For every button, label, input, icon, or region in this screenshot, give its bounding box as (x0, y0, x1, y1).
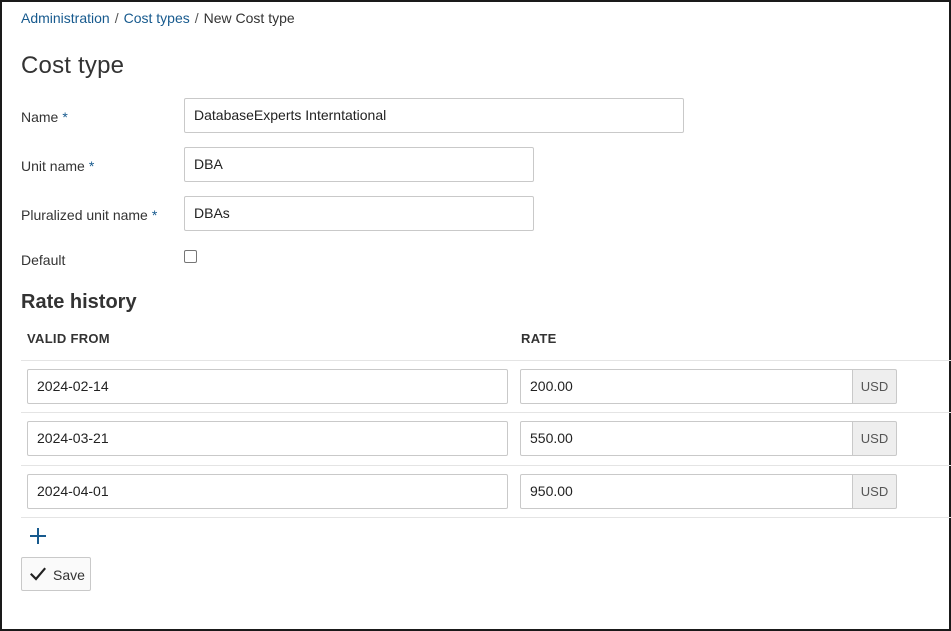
required-mark: * (88, 158, 95, 174)
rate-input[interactable]: 550.00 (520, 421, 853, 456)
rate-input-group: 550.00 USD (520, 421, 897, 456)
page-title: Cost type (21, 52, 125, 79)
default-label: Default (21, 252, 66, 268)
required-mark: * (62, 109, 68, 125)
currency-addon: USD (852, 421, 897, 456)
rate-history-title: Rate history (21, 291, 137, 313)
unit-name-label: Unit name * (21, 157, 94, 175)
plus-icon[interactable] (29, 527, 47, 545)
table-divider (21, 360, 951, 361)
rate-input[interactable]: 950.00 (520, 474, 853, 509)
breadcrumb-separator: / (194, 10, 199, 26)
name-input[interactable]: DatabaseExperts Interntational (184, 98, 684, 133)
pluralized-unit-name-label: Pluralized unit name * (21, 206, 157, 224)
checkmark-icon (30, 567, 46, 581)
valid-from-input[interactable]: 2024-02-14 (27, 369, 508, 404)
rate-input-group: 950.00 USD (520, 474, 897, 509)
default-checkbox[interactable] (184, 250, 197, 263)
save-button[interactable]: Save (21, 557, 91, 591)
unit-name-label-text: Unit name (21, 158, 85, 174)
breadcrumb-current: New Cost type (203, 10, 295, 26)
table-divider (21, 517, 951, 518)
breadcrumb-link-administration[interactable]: Administration (21, 10, 110, 26)
pluralized-unit-name-label-text: Pluralized unit name (21, 207, 148, 223)
rate-input[interactable]: 200.00 (520, 369, 853, 404)
currency-addon: USD (852, 369, 897, 404)
breadcrumb-link-cost-types[interactable]: Cost types (124, 10, 190, 26)
currency-addon: USD (852, 474, 897, 509)
required-mark: * (151, 207, 158, 223)
rate-input-group: 200.00 USD (520, 369, 897, 404)
pluralized-unit-name-input[interactable]: DBAs (184, 196, 534, 231)
valid-from-input[interactable]: 2024-03-21 (27, 421, 508, 456)
table-divider (21, 465, 951, 466)
breadcrumb: Administration / Cost types / New Cost type (21, 9, 295, 27)
valid-from-input[interactable]: 2024-04-01 (27, 474, 508, 509)
unit-name-input[interactable]: DBA (184, 147, 534, 182)
save-button-label: Save (53, 567, 85, 583)
column-header-rate: RATE (521, 331, 557, 346)
table-divider (21, 412, 951, 413)
window-frame (0, 0, 951, 631)
breadcrumb-separator: / (114, 10, 119, 26)
name-label: Name * (21, 108, 68, 126)
name-label-text: Name (21, 109, 59, 125)
column-header-valid-from: VALID FROM (27, 331, 110, 346)
